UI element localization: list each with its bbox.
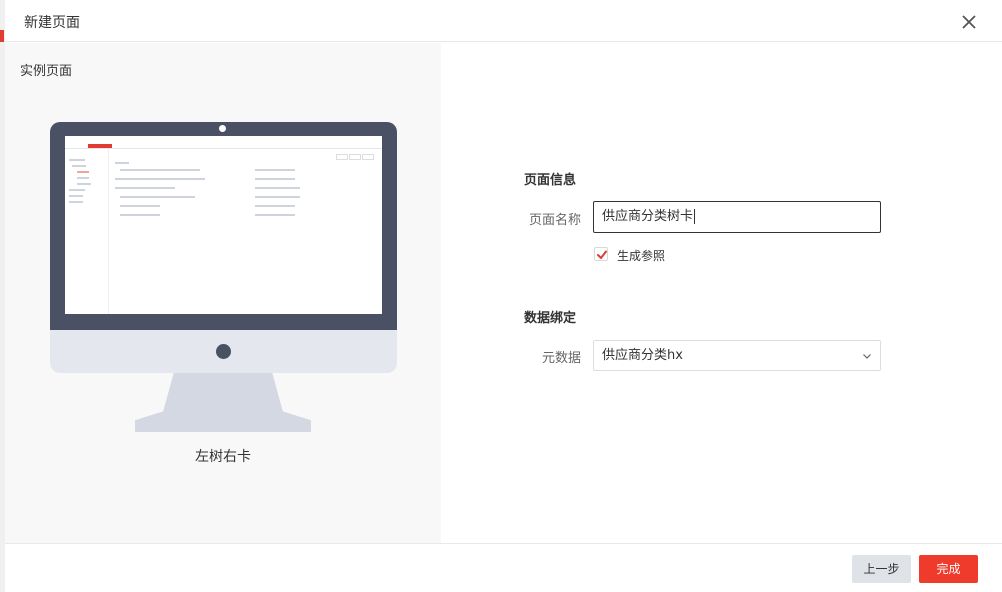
- background-marker: [0, 30, 4, 42]
- preview-panel-title: 实例页面: [20, 64, 73, 79]
- metadata-select[interactable]: 供应商分类hx: [593, 340, 881, 371]
- page-name-label: 页面名称: [528, 213, 581, 228]
- finish-button[interactable]: 完成: [919, 555, 978, 583]
- page-info-heading: 页面信息: [524, 173, 577, 188]
- dialog-header: 新建页面: [5, 0, 1002, 42]
- new-page-dialog: 新建页面 实例页面 左树右卡 页面信息 页面名称 供应商分类树卡 生成参照 数据…: [5, 0, 1002, 592]
- template-thumbnail: [65, 136, 382, 314]
- monitor-camera: [219, 125, 226, 132]
- metadata-value: 供应商分类hx: [602, 348, 683, 363]
- monitor-stand: [135, 373, 311, 432]
- dialog-footer: 上一步 完成: [5, 543, 1002, 592]
- chevron-down-icon: [863, 354, 871, 359]
- monitor-button: [216, 344, 231, 359]
- previous-step-button[interactable]: 上一步: [852, 555, 911, 583]
- text-cursor: [694, 209, 696, 224]
- generate-reference-checkbox[interactable]: [594, 247, 608, 261]
- preview-panel: 实例页面 左树右卡: [5, 43, 441, 543]
- template-name: 左树右卡: [195, 449, 251, 465]
- monitor-frame: [50, 122, 397, 330]
- dialog-title: 新建页面: [24, 15, 80, 31]
- monitor-illustration: [50, 122, 397, 432]
- data-binding-heading: 数据绑定: [524, 311, 577, 326]
- generate-reference-label[interactable]: 生成参照: [617, 247, 665, 264]
- checkmark-icon: [597, 250, 607, 259]
- metadata-label: 元数据: [541, 351, 581, 366]
- close-icon[interactable]: [961, 14, 977, 30]
- page-name-input[interactable]: 供应商分类树卡: [593, 201, 881, 233]
- monitor-chin: [50, 330, 397, 373]
